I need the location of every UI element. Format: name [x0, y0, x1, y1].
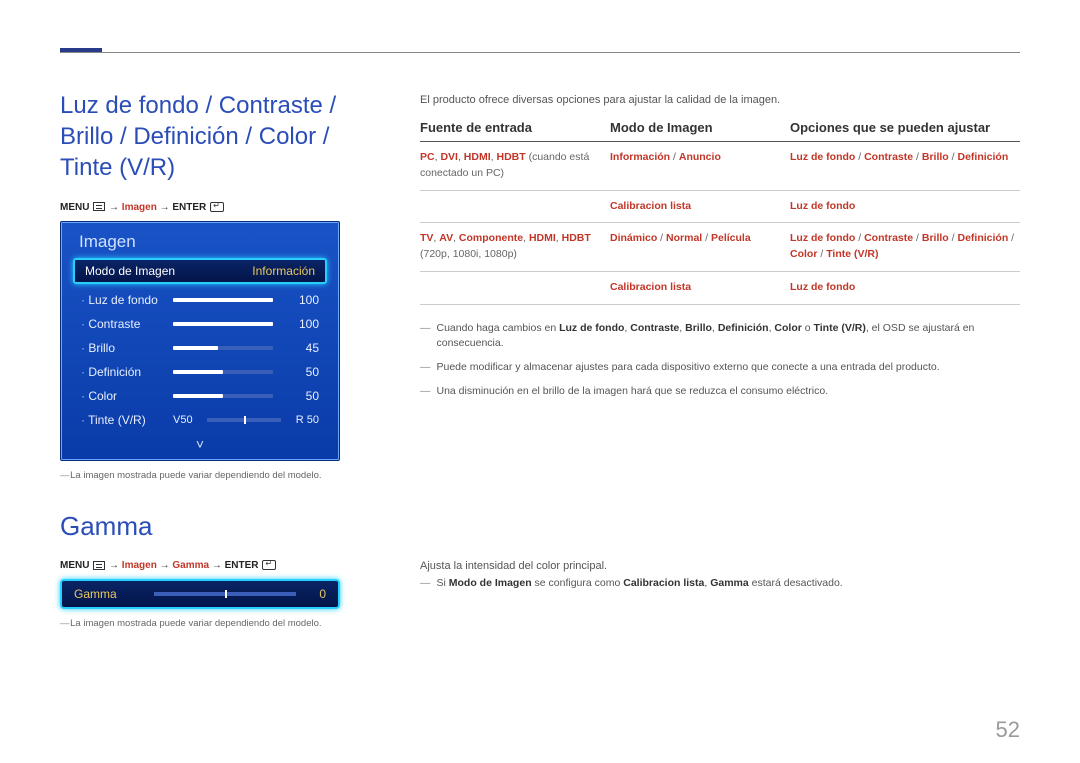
- menu-icon: [93, 561, 105, 570]
- osd-highlight-value: Información: [252, 264, 315, 278]
- note-gamma: La imagen mostrada puede variar dependie…: [60, 617, 360, 631]
- osd-modo-de-imagen-row[interactable]: Modo de Imagen Información: [73, 258, 327, 284]
- menu-path-gamma: MENU → Imagen → Gamma → ENTER: [60, 560, 360, 571]
- gamma-label: Gamma: [74, 587, 154, 601]
- page-number: 52: [996, 717, 1020, 743]
- table-row: PC, DVI, HDMI, HDBT (cuando está conecta…: [420, 142, 1020, 191]
- menu-icon: [93, 202, 105, 211]
- table-row: TV, AV, Componente, HDMI, HDBT (720p, 10…: [420, 223, 1020, 272]
- table-row: Calibracion lista Luz de fondo: [420, 272, 1020, 305]
- osd-row-tinte[interactable]: Tinte (V/R) V50 R 50: [81, 408, 319, 432]
- gamma-description: Ajusta la intensidad del color principal…: [420, 558, 1020, 594]
- table-header: Fuente de entrada Modo de Imagen Opcione…: [420, 120, 1020, 142]
- osd-title: Imagen: [73, 230, 327, 258]
- osd-highlight-label: Modo de Imagen: [85, 264, 175, 278]
- enter-icon: [262, 560, 276, 570]
- header-divider: [60, 52, 1020, 53]
- osd-gamma-panel[interactable]: Gamma 0: [60, 579, 340, 609]
- gamma-value: 0: [306, 587, 326, 601]
- osd-row-contraste[interactable]: Contraste 100: [81, 312, 319, 336]
- note-imagen: La imagen mostrada puede variar dependie…: [60, 469, 360, 483]
- table-row: Calibracion lista Luz de fondo: [420, 191, 1020, 224]
- enter-icon: [210, 202, 224, 212]
- section-title: Luz de fondo / Contraste / Brillo / Defi…: [60, 90, 360, 184]
- osd-row-definicion[interactable]: Definición 50: [81, 360, 319, 384]
- bullet-item: Cuando haga cambios en Luz de fondo, Con…: [420, 317, 1020, 357]
- menu-path-imagen: MENU → Imagen → ENTER: [60, 202, 360, 213]
- gamma-slider: [154, 592, 296, 596]
- osd-slider-list: Luz de fondo 100 Contraste 100 Brillo 45…: [73, 284, 327, 454]
- bullet-list: Cuando haga cambios en Luz de fondo, Con…: [420, 317, 1020, 404]
- intro-text: El producto ofrece diversas opciones par…: [420, 94, 1020, 106]
- bullet-item: Puede modificar y almacenar ajustes para…: [420, 356, 1020, 380]
- osd-row-color[interactable]: Color 50: [81, 384, 319, 408]
- gamma-title: Gamma: [60, 511, 360, 542]
- chevron-down-icon[interactable]: ˅: [81, 432, 319, 452]
- osd-row-luz-de-fondo[interactable]: Luz de fondo 100: [81, 288, 319, 312]
- osd-row-brillo[interactable]: Brillo 45: [81, 336, 319, 360]
- osd-imagen-panel: Imagen Modo de Imagen Información Luz de…: [60, 221, 340, 461]
- bullet-item: Una disminución en el brillo de la image…: [420, 380, 1020, 404]
